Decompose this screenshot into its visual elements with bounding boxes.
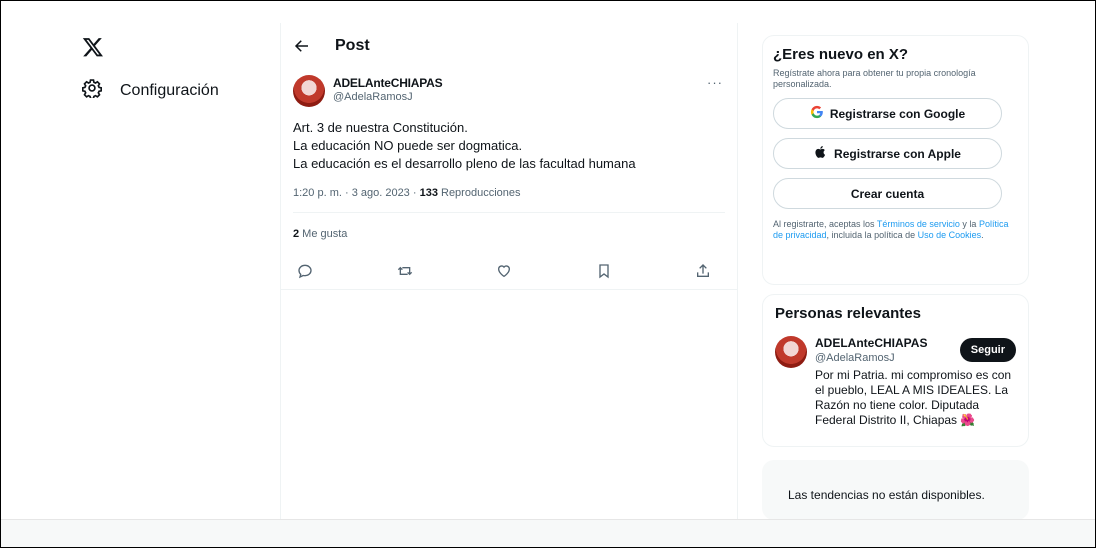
apple-signup-label: Registrarse con Apple (834, 146, 961, 161)
post-text-line: La educación es el desarrollo pleno de l… (293, 156, 636, 171)
views-label: Reproducciones (437, 187, 521, 199)
apple-icon (814, 145, 828, 162)
google-signup-label: Registrarse con Google (829, 106, 966, 121)
google-signup-button[interactable]: Registrarse con Google (773, 98, 1002, 129)
cookies-link[interactable]: Uso de Cookies (918, 230, 982, 240)
x-logo-icon[interactable] (82, 36, 104, 58)
back-arrow-icon[interactable] (293, 37, 311, 55)
likes-label: Me gusta (299, 228, 348, 240)
post-timestamp[interactable]: 1:20 p. m. · 3 ago. 2023 · (293, 187, 420, 199)
person-bio: Por mi Patria. mi compromiso es con el p… (815, 368, 1012, 427)
nav-item-settings[interactable]: Configuración (81, 78, 219, 103)
create-account-label: Crear cuenta (850, 186, 925, 201)
post-meta: 1:20 p. m. · 3 ago. 2023 · 133 Reproducc… (293, 173, 725, 213)
nav-item-settings-label: Configuración (120, 81, 219, 99)
post-header: Post (281, 23, 737, 69)
signup-subtitle: Regístrate ahora para obtener tu propia … (773, 68, 976, 89)
person-card[interactable]: ADELAnteCHIAPAS @AdelaRamosJ Por mi Patr… (775, 336, 1016, 428)
like-heart-icon[interactable] (496, 263, 514, 281)
trends-panel: Las tendencias no están disponibles. (762, 460, 1029, 520)
create-account-button[interactable]: Crear cuenta (773, 178, 1002, 209)
views-count: 133 (419, 187, 438, 199)
google-icon (810, 105, 824, 122)
apple-signup-button[interactable]: Registrarse con Apple (773, 138, 1002, 169)
author-name[interactable]: ADELAnteCHIAPAS (333, 76, 443, 90)
author-handle[interactable]: @AdelaRamosJ (333, 91, 442, 103)
gear-icon (81, 78, 103, 103)
main-column: Post ADELAnteCHIAPAS @AdelaRamosJ ··· Ar… (280, 23, 738, 519)
post-author: ADELAnteCHIAPAS @AdelaRamosJ ··· (281, 69, 737, 107)
legal-prefix: Al registrarte, aceptas los (773, 219, 877, 229)
bookmark-icon[interactable] (596, 263, 614, 281)
post-actions (281, 254, 737, 290)
avatar[interactable] (775, 336, 807, 368)
more-options-icon[interactable]: ··· (707, 75, 723, 90)
trends-unavailable-message: Las tendencias no están disponibles. (788, 488, 985, 502)
terms-link[interactable]: Términos de servicio (877, 219, 960, 229)
signup-title: ¿Eres nuevo en X? (773, 46, 909, 63)
post-text-line: Art. 3 de nuestra Constitución. (293, 120, 468, 135)
relevant-people-panel: Personas relevantes ADELAnteCHIAPAS @Ade… (762, 294, 1029, 447)
share-icon[interactable] (695, 263, 713, 281)
legal-suffix: . (981, 230, 984, 240)
reply-icon[interactable] (297, 263, 315, 281)
signup-panel: ¿Eres nuevo en X? Regístrate ahora para … (762, 35, 1029, 285)
legal-text: Al registrarte, aceptas los Términos de … (773, 219, 1018, 241)
legal-mid2: , incluida la política de (826, 230, 918, 240)
avatar[interactable] (293, 75, 325, 107)
repost-icon[interactable] (397, 263, 415, 281)
follow-button[interactable]: Seguir (959, 338, 1016, 362)
post-text-line: La educación NO puede ser dogmatica. (293, 138, 523, 153)
page-title: Post (335, 37, 370, 54)
post-text: Art. 3 de nuestra Constitución. La educa… (281, 107, 737, 173)
bottom-bar (1, 519, 1095, 547)
legal-mid: y la (959, 219, 979, 229)
relevant-people-title: Personas relevantes (775, 305, 921, 322)
likes-row[interactable]: 2 Me gusta (293, 213, 725, 254)
